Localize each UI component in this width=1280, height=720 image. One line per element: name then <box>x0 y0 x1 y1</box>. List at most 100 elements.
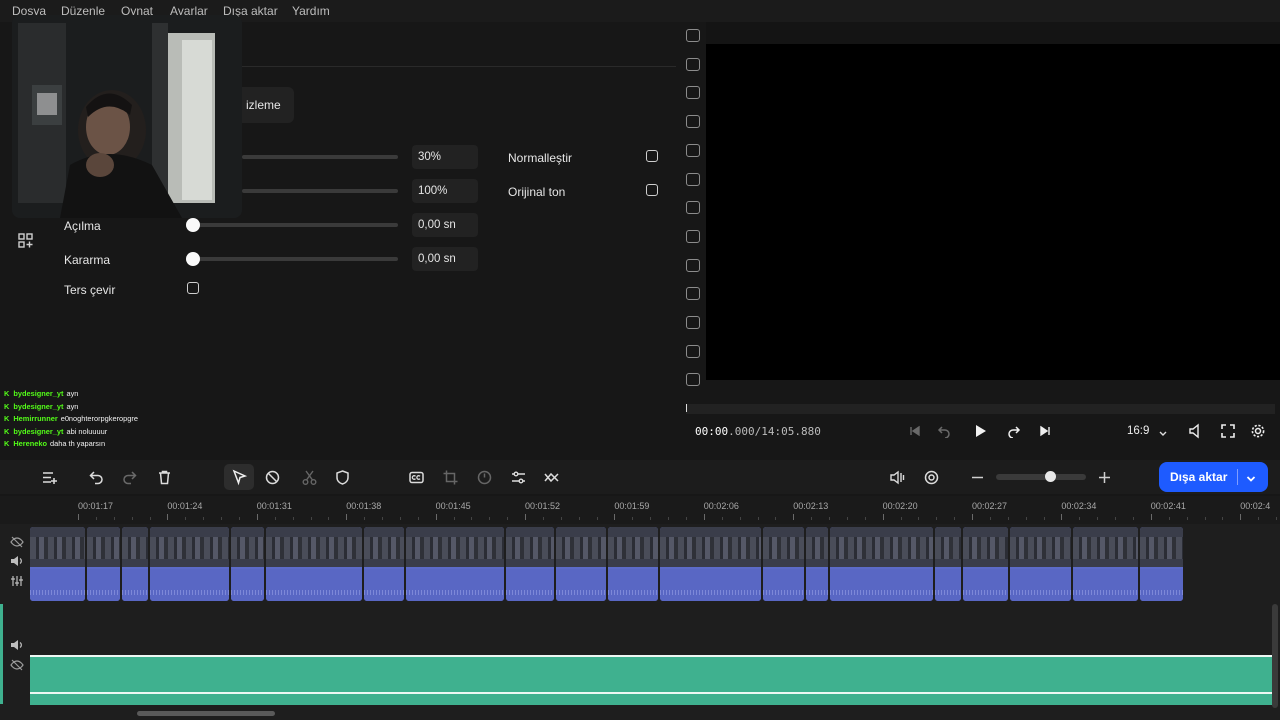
vertical-scrollbar[interactable] <box>1272 604 1278 708</box>
add-track-icon[interactable] <box>39 467 59 487</box>
undo-icon[interactable] <box>86 467 106 487</box>
ruler-minor-tick <box>507 517 509 520</box>
video-clip[interactable] <box>830 527 933 601</box>
ruler-tick-mark <box>972 514 973 520</box>
video-clip[interactable] <box>963 527 1008 601</box>
video-clip[interactable] <box>806 527 828 601</box>
video-clip[interactable] <box>935 527 961 601</box>
adjust-sliders-icon[interactable] <box>508 467 528 487</box>
audio-split-icon[interactable] <box>887 467 907 487</box>
monitoring-tab[interactable]: izleme <box>236 87 294 123</box>
timeline-toolbar <box>0 460 1280 494</box>
aspect-ratio-value[interactable]: 16:9 <box>1127 425 1149 437</box>
step-back-icon[interactable] <box>937 424 951 439</box>
ruler-tick-mark <box>614 514 616 520</box>
video-clip[interactable] <box>122 527 148 601</box>
film-hole <box>686 57 700 71</box>
video-clip[interactable] <box>266 527 362 601</box>
ruler-minor-tick <box>1079 517 1081 520</box>
fade-out-knob[interactable] <box>186 252 200 266</box>
ruler-minor-tick <box>364 517 366 520</box>
fullscreen-icon[interactable] <box>1220 423 1236 439</box>
fade-in-field[interactable]: 0,00 sn <box>412 213 478 237</box>
track-settings-icon[interactable] <box>10 574 24 586</box>
eye-off-icon[interactable] <box>10 658 24 671</box>
scissors-icon[interactable] <box>299 467 319 487</box>
eye-off-icon[interactable] <box>10 535 24 548</box>
export-chevron-icon[interactable] <box>1245 472 1257 484</box>
delete-icon[interactable] <box>154 467 174 487</box>
video-clip[interactable] <box>660 527 761 601</box>
zoom-out-icon[interactable] <box>967 467 987 487</box>
chevron-down-icon[interactable] <box>1158 426 1168 436</box>
slider-track-1[interactable] <box>242 155 398 159</box>
video-clip[interactable] <box>763 527 804 601</box>
shield-icon[interactable] <box>332 467 352 487</box>
playhead-marker[interactable] <box>686 404 687 412</box>
transition-icon[interactable] <box>541 467 561 487</box>
ruler-minor-tick <box>686 517 687 520</box>
video-clip[interactable] <box>608 527 658 601</box>
fade-in-track[interactable] <box>190 223 398 227</box>
playback-progress[interactable] <box>686 404 1275 414</box>
slider-track-2[interactable] <box>242 189 398 193</box>
zoom-slider-knob[interactable] <box>1045 471 1056 482</box>
ruler-tick-mark <box>167 514 169 520</box>
film-hole <box>686 172 700 186</box>
step-forward-icon[interactable] <box>1007 424 1021 439</box>
settings-gear-icon[interactable] <box>1250 423 1266 439</box>
crop-icon[interactable] <box>440 467 460 487</box>
video-clip[interactable] <box>231 527 264 601</box>
video-clip[interactable] <box>506 527 554 601</box>
horizontal-scrollbar[interactable] <box>137 711 275 716</box>
film-hole <box>686 344 700 358</box>
video-clip[interactable] <box>87 527 120 601</box>
clip-thumbnails <box>506 527 554 567</box>
audio-clip[interactable] <box>30 655 1272 705</box>
ruler-tick-mark <box>256 514 258 520</box>
video-clip[interactable] <box>1140 527 1183 601</box>
fade-out-track[interactable] <box>190 257 398 261</box>
ruler-tick-label: 00:01:17 <box>78 501 114 511</box>
speaker-icon[interactable] <box>10 638 24 650</box>
value-field-2[interactable]: 100% <box>412 179 478 203</box>
video-clip[interactable] <box>406 527 504 601</box>
speaker-icon[interactable] <box>10 554 24 566</box>
export-divider <box>1237 469 1238 485</box>
export-button[interactable]: Dışa aktar <box>1159 462 1268 492</box>
original-tone-checkbox[interactable] <box>646 184 658 196</box>
skip-end-icon[interactable] <box>1038 424 1052 438</box>
video-clip[interactable] <box>1073 527 1138 601</box>
fade-out-field[interactable]: 0,00 sn <box>412 247 478 271</box>
ruler-minor-tick <box>936 517 938 520</box>
value-field-1[interactable]: 30% <box>412 145 478 169</box>
video-clip[interactable] <box>364 527 404 601</box>
video-preview[interactable] <box>706 44 1280 380</box>
redo-icon[interactable] <box>119 467 139 487</box>
clip-thumbnails <box>963 527 1008 567</box>
video-clip[interactable] <box>150 527 229 601</box>
play-icon[interactable] <box>972 423 988 439</box>
skip-start-icon[interactable] <box>908 424 922 438</box>
chat-user: bydesigner_yt <box>13 426 64 436</box>
menu-help[interactable]: Yardım <box>292 4 330 18</box>
select-arrow-icon[interactable] <box>229 467 249 487</box>
speed-icon[interactable] <box>474 467 494 487</box>
video-clip[interactable] <box>30 527 85 601</box>
ruler-tick-label: 00:01:31 <box>256 501 292 511</box>
fade-in-knob[interactable] <box>186 218 200 232</box>
magnet-snap-icon[interactable] <box>921 467 941 487</box>
ruler-minor-tick <box>185 517 187 520</box>
zoom-slider-track[interactable] <box>996 474 1086 480</box>
video-clip[interactable] <box>556 527 606 601</box>
zoom-in-icon[interactable] <box>1094 467 1114 487</box>
captions-icon[interactable] <box>406 467 426 487</box>
normalize-checkbox[interactable] <box>646 150 658 162</box>
reverse-checkbox[interactable] <box>187 282 199 294</box>
video-clip[interactable] <box>1010 527 1071 601</box>
blade-tool-icon[interactable] <box>262 467 282 487</box>
volume-icon[interactable] <box>1187 423 1203 439</box>
video-track[interactable] <box>30 527 1272 601</box>
clip-waveform <box>406 569 504 601</box>
apps-add-icon[interactable] <box>18 233 33 248</box>
